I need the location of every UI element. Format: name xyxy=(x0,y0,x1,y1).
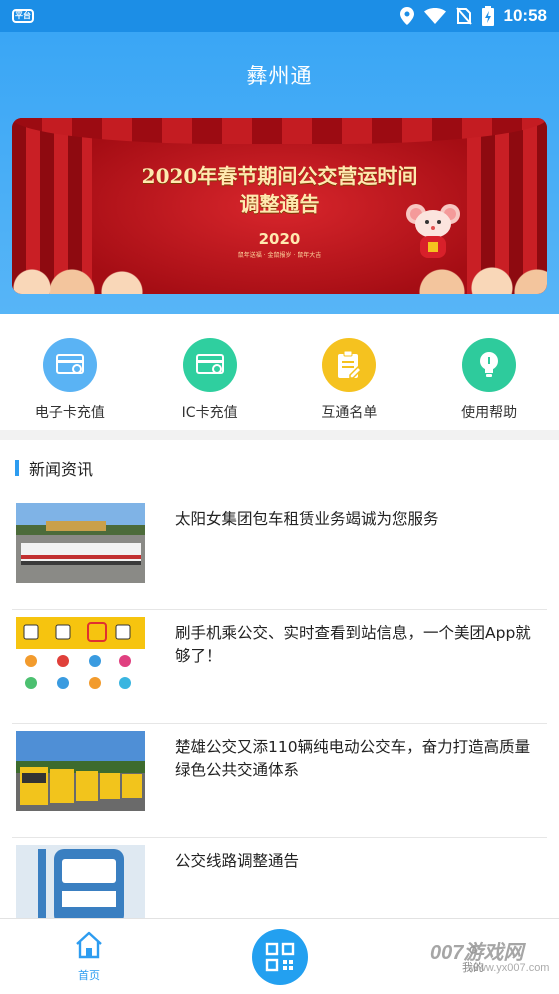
news-item[interactable]: 公交线路调整通告 xyxy=(12,838,547,920)
status-icons: 10:58 xyxy=(399,6,547,26)
app-badge-text: 平台 xyxy=(15,11,31,20)
shortcut-ecard-recharge[interactable]: 电子卡充值 xyxy=(0,314,140,430)
no-sim-icon xyxy=(455,7,472,25)
banner-headline: 2020年春节期间公交营运时间 xyxy=(141,164,418,188)
watermark-url: www.yx007.com xyxy=(470,962,550,974)
shortcut-grid: 电子卡充值 IC卡充值 互通名单 使用帮助 xyxy=(0,314,559,430)
header: 彝州通 2020年春节期间公交营运时间 调整通告 2020 鼠年送福 · 金鼠报… xyxy=(0,32,559,314)
news-thumbnail xyxy=(16,731,145,811)
qr-code-icon xyxy=(265,942,295,972)
news-title: 太阳女集团包车租赁业务竭诚为您服务 xyxy=(175,510,439,528)
banner-clouds xyxy=(12,258,547,294)
news-thumbnail xyxy=(16,503,145,583)
wifi-icon xyxy=(423,8,446,24)
watermark-text: 007游戏网 xyxy=(430,942,524,964)
list-icon xyxy=(322,338,377,392)
mouse-mascot-icon xyxy=(406,204,460,258)
location-icon xyxy=(399,7,414,25)
shortcut-label: 电子卡充值 xyxy=(34,405,105,421)
status-bar: 平台 10:58 xyxy=(0,0,559,32)
clock: 10:58 xyxy=(503,6,547,25)
news-item[interactable]: 楚雄公交又添110辆纯电动公交车，奋力打造高质量绿色公共交通体系 xyxy=(12,724,547,838)
shortcut-help[interactable]: 使用帮助 xyxy=(419,314,559,430)
tab-home[interactable]: 首页 xyxy=(60,931,118,983)
battery-icon xyxy=(481,6,494,26)
shortcut-interop-list[interactable]: 互通名单 xyxy=(280,314,420,430)
news-title: 刷手机乘公交、实时查看到站信息，一个美团App就够了！ xyxy=(175,624,531,665)
news-section: 新闻资讯 太阳女集团包车租赁业务竭诚为您服务 刷手机乘公交、实时查看到站信息，一… xyxy=(0,440,559,920)
app-badge-icon: 平台 xyxy=(12,9,34,23)
news-header: 新闻资讯 xyxy=(0,440,559,496)
news-section-title: 新闻资讯 xyxy=(29,460,94,479)
shortcut-label: 互通名单 xyxy=(321,405,378,421)
section-accent-bar xyxy=(15,460,19,476)
news-item[interactable]: 太阳女集团包车租赁业务竭诚为您服务 xyxy=(12,496,547,610)
app-title: 彝州通 xyxy=(246,64,313,88)
help-icon xyxy=(462,338,517,392)
news-item[interactable]: 刷手机乘公交、实时查看到站信息，一个美团App就够了！ xyxy=(12,610,547,724)
shortcut-label: IC卡充值 xyxy=(181,405,238,421)
shortcut-label: 使用帮助 xyxy=(461,405,518,421)
news-title: 楚雄公交又添110辆纯电动公交车，奋力打造高质量绿色公共交通体系 xyxy=(175,738,531,779)
ecard-icon xyxy=(42,338,97,392)
iccard-icon xyxy=(182,338,237,392)
banner-year: 2020 xyxy=(258,230,301,248)
banner-headline-2: 调整通告 xyxy=(239,192,320,216)
news-thumbnail xyxy=(16,617,145,697)
tab-home-label: 首页 xyxy=(78,969,100,982)
qr-scan-button[interactable] xyxy=(252,929,308,985)
shortcut-ic-recharge[interactable]: IC卡充值 xyxy=(140,314,280,430)
promo-banner[interactable]: 2020年春节期间公交营运时间 调整通告 2020 鼠年送福 · 金鼠报岁 · … xyxy=(12,118,547,294)
news-thumbnail xyxy=(16,845,145,920)
news-title: 公交线路调整通告 xyxy=(175,852,300,870)
home-icon xyxy=(76,931,102,959)
